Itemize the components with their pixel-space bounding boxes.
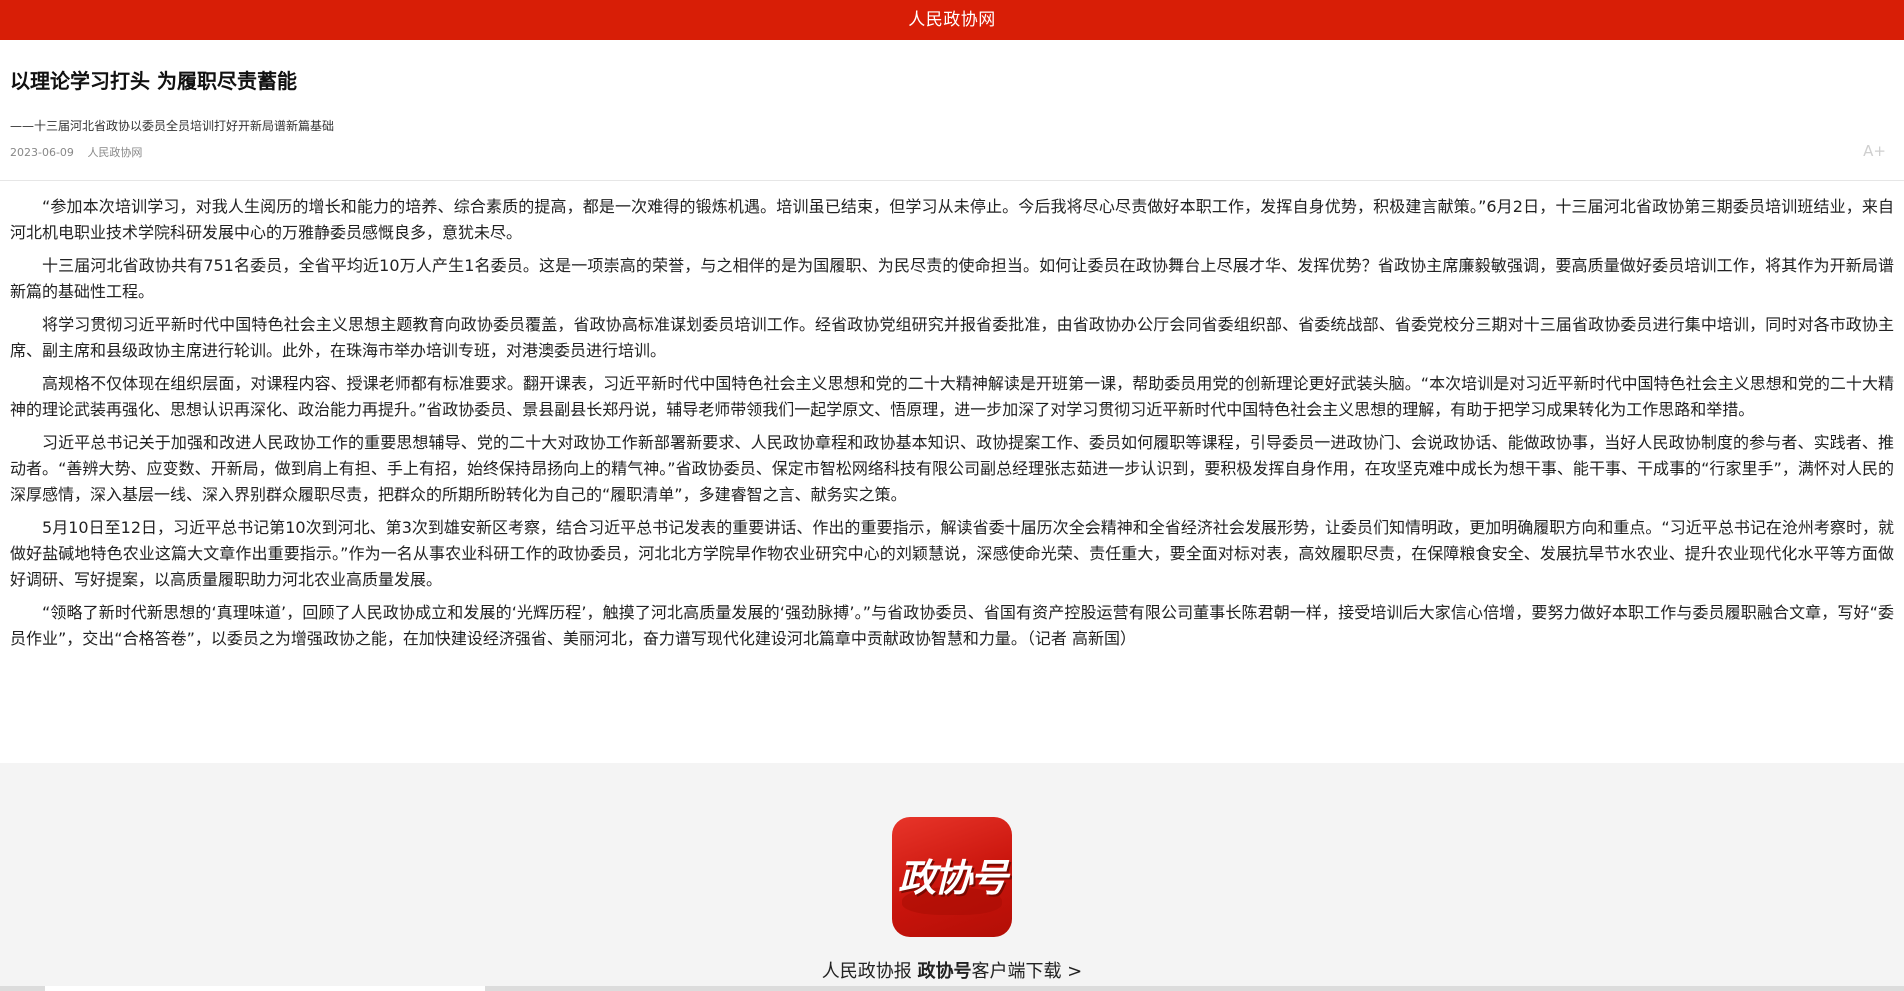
- horizontal-scrollbar[interactable]: [0, 986, 1904, 991]
- article-subtitle: ——十三届河北省政协以委员全员培训打好开新局谱新篇基础: [10, 119, 335, 133]
- font-size-increase-button[interactable]: A+: [1863, 142, 1886, 160]
- publish-date: 2023-06-09: [10, 146, 74, 159]
- app-download-footer: 政协号 人民政协报 政协号客户端下载 >: [0, 763, 1904, 991]
- app-logo-text: 政协号: [897, 855, 1008, 900]
- article-paragraph: “领略了新时代新思想的‘真理味道’，回顾了人民政协成立和发展的‘光辉历程’，触摸…: [10, 603, 1894, 648]
- article-paragraph: 习近平总书记关于加强和改进人民政协工作的重要思想辅导、党的二十大对政协工作新部署…: [10, 433, 1894, 504]
- article-paragraph: 高规格不仅体现在组织层面，对课程内容、授课老师都有标准要求。翻开课表，习近平新时…: [10, 374, 1894, 419]
- article-body: “参加本次培训学习，对我人生阅历的增长和能力的培养、综合素质的提高，都是一次难得…: [0, 181, 1904, 652]
- article-source: 人民政协网: [87, 146, 143, 159]
- app-logo[interactable]: 政协号: [892, 817, 1012, 937]
- app-download-link[interactable]: 人民政协报 政协号客户端下载 >: [0, 957, 1904, 983]
- article-paragraph: 十三届河北省政协共有751名委员，全省平均近10万人产生1名委员。这是一项崇高的…: [10, 256, 1894, 301]
- article-paragraph: 5月10日至12日，习近平总书记第10次到河北、第3次到雄安新区考察，结合习近平…: [10, 518, 1894, 589]
- article-header: 以理论学习打头 为履职尽责蓄能 ——十三届河北省政协以委员全员培训打好开新局谱新…: [0, 68, 1904, 162]
- scrollbar-thumb[interactable]: [45, 986, 485, 991]
- site-header: 人民政协网: [0, 0, 1904, 40]
- download-prefix: 人民政协报: [821, 961, 918, 982]
- article-paragraph: 将学习贯彻习近平新时代中国特色社会主义思想主题教育向政协委员覆盖，省政协高标准谋…: [10, 315, 1894, 360]
- download-brand: 政协号: [917, 961, 972, 982]
- site-name[interactable]: 人民政协网: [908, 10, 996, 30]
- article-title: 以理论学习打头 为履职尽责蓄能: [10, 69, 297, 93]
- article-paragraph: “参加本次培训学习，对我人生阅历的增长和能力的培养、综合素质的提高，都是一次难得…: [10, 197, 1894, 242]
- article-meta: 2023-06-09 人民政协网 A+: [10, 142, 1894, 162]
- download-suffix: 客户端下载 >: [971, 961, 1083, 982]
